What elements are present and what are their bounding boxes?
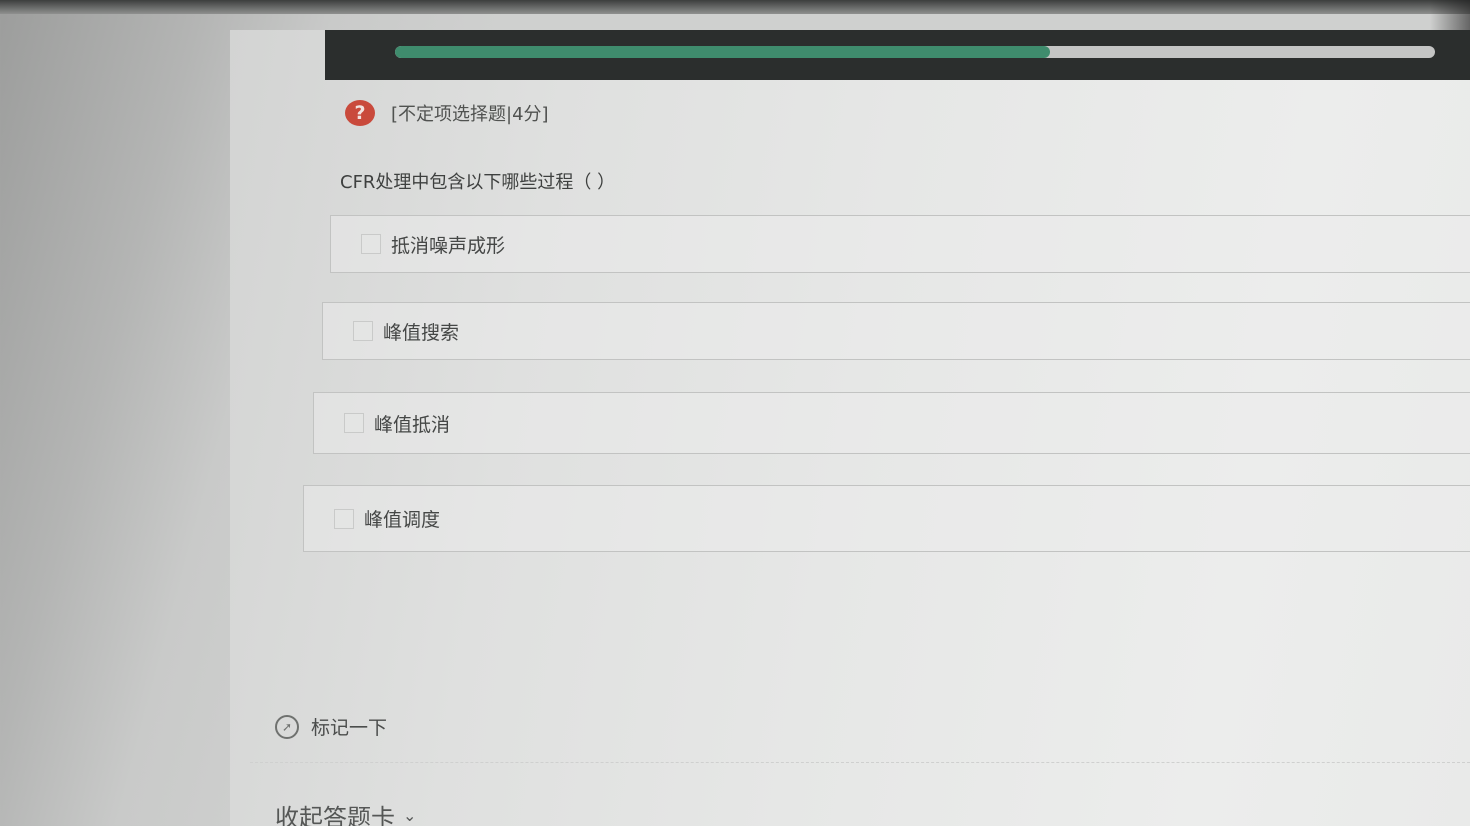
divider [250, 762, 1470, 763]
option-label: 峰值抵消 [374, 413, 451, 436]
collapse-label: 收起答题卡 [275, 804, 395, 826]
option-c[interactable]: 峰值抵消 [313, 392, 1470, 454]
collapse-answer-card-button[interactable]: 收起答题卡 ⌄ [275, 798, 416, 826]
option-d[interactable]: 峰值调度 [303, 485, 1470, 552]
option-checkbox[interactable] [334, 508, 354, 529]
question-stem: CFR处理中包含以下哪些过程（ ） [340, 172, 616, 193]
mark-label: 标记一下 [311, 717, 388, 739]
question-header: ? [不定项选择题|4分] [345, 100, 549, 126]
option-a[interactable]: 抵消噪声成形 [330, 215, 1470, 273]
top-shadow [0, 0, 1470, 14]
progress-header [325, 30, 1470, 80]
chevron-down-icon: ⌄ [403, 806, 417, 825]
mark-question-button[interactable]: ➚ 标记一下 [275, 713, 387, 740]
option-checkbox[interactable] [361, 234, 381, 254]
question-circle-icon: ? [345, 100, 375, 126]
option-checkbox[interactable] [353, 321, 373, 341]
progress-track [395, 46, 1435, 58]
option-label: 峰值调度 [364, 509, 441, 531]
option-checkbox[interactable] [344, 413, 364, 433]
flag-compass-icon: ➚ [275, 714, 299, 739]
question-type-label: [不定项选择题|4分] [391, 104, 549, 125]
progress-fill [395, 46, 1051, 58]
option-label: 抵消噪声成形 [391, 234, 506, 257]
exam-page: ? [不定项选择题|4分] CFR处理中包含以下哪些过程（ ） 抵消噪声成形 峰… [230, 30, 1470, 826]
option-label: 峰值搜索 [383, 321, 460, 344]
option-b[interactable]: 峰值搜索 [322, 302, 1470, 360]
